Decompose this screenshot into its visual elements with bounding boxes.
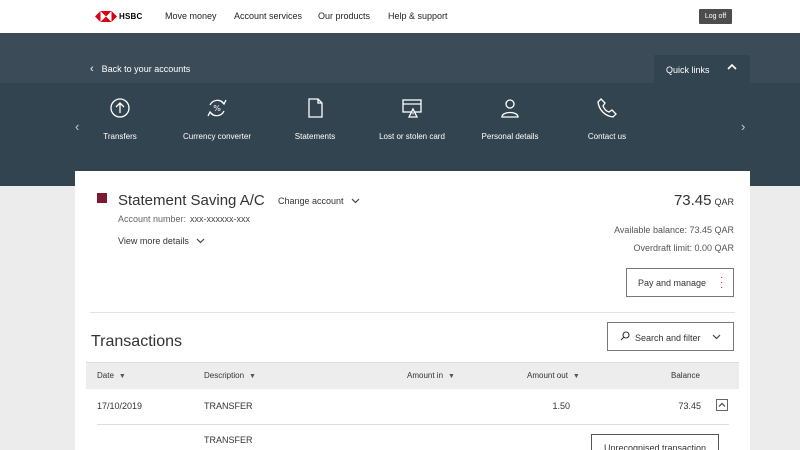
back-label: Back to your accounts — [101, 64, 191, 74]
collapse-row-button[interactable] — [716, 399, 728, 411]
quicklink-transfers[interactable]: Transfers — [80, 97, 160, 141]
search-and-filter-label: Search and filter — [635, 333, 701, 343]
expanded-description: TRANSFER — [204, 435, 253, 445]
svg-text:%: % — [213, 104, 221, 113]
view-more-label: View more details — [118, 236, 189, 246]
account-color-swatch — [97, 193, 107, 203]
column-label: Amount in — [407, 371, 444, 380]
account-balance: 73.45 QAR — [674, 192, 734, 209]
top-nav: HSBC Move money Account services Our pro… — [0, 0, 800, 33]
quick-links-label: Quick links — [666, 65, 710, 75]
quicklink-contact-us[interactable]: Contact us — [567, 97, 647, 141]
chevron-up-icon — [718, 402, 726, 407]
quicklink-currency-converter[interactable]: % Currency converter — [177, 97, 257, 141]
chevron-up-icon — [727, 63, 737, 73]
column-label: Amount out — [527, 371, 568, 380]
nav-our-products[interactable]: Our products — [318, 11, 370, 21]
quick-links-toggle[interactable]: Quick links — [654, 55, 750, 83]
unrecognised-transaction-button[interactable]: Unrecognised transaction — [591, 434, 719, 450]
brand-name: HSBC — [119, 11, 143, 21]
account-card — [75, 171, 750, 450]
quicklink-personal-details[interactable]: Personal details — [470, 97, 550, 141]
column-label: Description — [204, 371, 245, 380]
currency-converter-icon: % — [177, 97, 257, 121]
quicklink-label: Lost or stolen card — [379, 132, 445, 141]
hexagon-logo-icon — [95, 10, 117, 22]
change-account-label: Change account — [278, 196, 344, 206]
transfer-icon — [80, 97, 160, 121]
quicklink-label: Personal details — [481, 132, 539, 141]
sort-caret-icon: ▼ — [118, 373, 126, 380]
column-header-date[interactable]: Date ▼ — [97, 371, 126, 380]
sort-caret-icon: ▼ — [448, 373, 455, 380]
available-balance: Available balance: 73.45 QAR — [614, 225, 734, 235]
transactions-title: Transactions — [91, 333, 182, 350]
transaction-balance: 73.45 — [678, 401, 701, 411]
quicklink-lost-stolen-card[interactable]: Lost or stolen card — [372, 97, 452, 141]
account-name: Statement Saving A/C — [118, 192, 265, 209]
carousel-next-arrow[interactable]: › — [741, 119, 745, 134]
carousel-prev-arrow[interactable]: ‹ — [75, 119, 79, 134]
search-and-filter-button[interactable]: Search and filter — [607, 322, 734, 351]
nav-help-support[interactable]: Help & support — [388, 11, 448, 21]
phone-icon — [567, 97, 647, 121]
logoff-button[interactable]: Log off — [699, 9, 732, 24]
nav-move-money[interactable]: Move money — [165, 11, 217, 21]
account-number: xxx-xxxxxx-xxx — [190, 214, 251, 224]
balance-value: 73.45 — [673, 192, 712, 209]
column-header-balance: Balance — [671, 371, 700, 380]
chevron-down-icon — [712, 332, 721, 342]
quicklink-label: Statements — [294, 132, 336, 141]
card-warning-icon — [372, 97, 452, 121]
pay-and-manage-label: Pay and manage — [638, 278, 707, 288]
person-icon — [470, 97, 550, 121]
hsbc-logo[interactable]: HSBC — [95, 10, 142, 22]
more-options-icon: · · · — [720, 272, 724, 293]
transaction-amount-out: 1.50 — [552, 401, 570, 411]
transaction-date: 17/10/2019 — [97, 401, 143, 411]
change-account-dropdown[interactable]: Change account — [278, 196, 360, 206]
balance-currency: QAR — [714, 197, 734, 207]
quicklink-label: Contact us — [587, 132, 627, 141]
pay-and-manage-button[interactable]: Pay and manage · · · — [626, 268, 734, 297]
column-label: Date — [97, 371, 114, 380]
quicklink-statements[interactable]: Statements — [275, 97, 355, 141]
column-header-description[interactable]: Description ▼ — [204, 371, 256, 380]
chevron-down-icon — [191, 236, 205, 246]
column-header-amount-in[interactable]: Amount in ▼ — [407, 371, 455, 380]
section-divider — [90, 312, 735, 313]
sort-caret-icon: ▼ — [572, 373, 580, 380]
account-number-row: Account number: xxx-xxxxxx-xxx — [118, 214, 250, 224]
chevron-left-icon: ‹ — [90, 62, 94, 75]
search-icon — [620, 331, 630, 343]
nav-account-services[interactable]: Account services — [234, 11, 302, 21]
quicklink-label: Transfers — [103, 132, 137, 141]
view-more-details-link[interactable]: View more details — [118, 236, 205, 246]
quicklink-label: Currency converter — [182, 132, 252, 141]
account-number-label: Account number: — [118, 214, 187, 224]
chevron-down-icon — [346, 196, 360, 206]
row-divider — [97, 424, 729, 425]
sort-caret-icon: ▼ — [249, 373, 256, 380]
transaction-description: TRANSFER — [204, 401, 253, 411]
back-to-accounts-link[interactable]: ‹ Back to your accounts — [90, 62, 191, 75]
column-header-amount-out[interactable]: Amount out ▼ — [527, 371, 580, 380]
overdraft-limit: Overdraft limit: 0.00 QAR — [633, 243, 734, 253]
document-icon — [275, 97, 355, 121]
